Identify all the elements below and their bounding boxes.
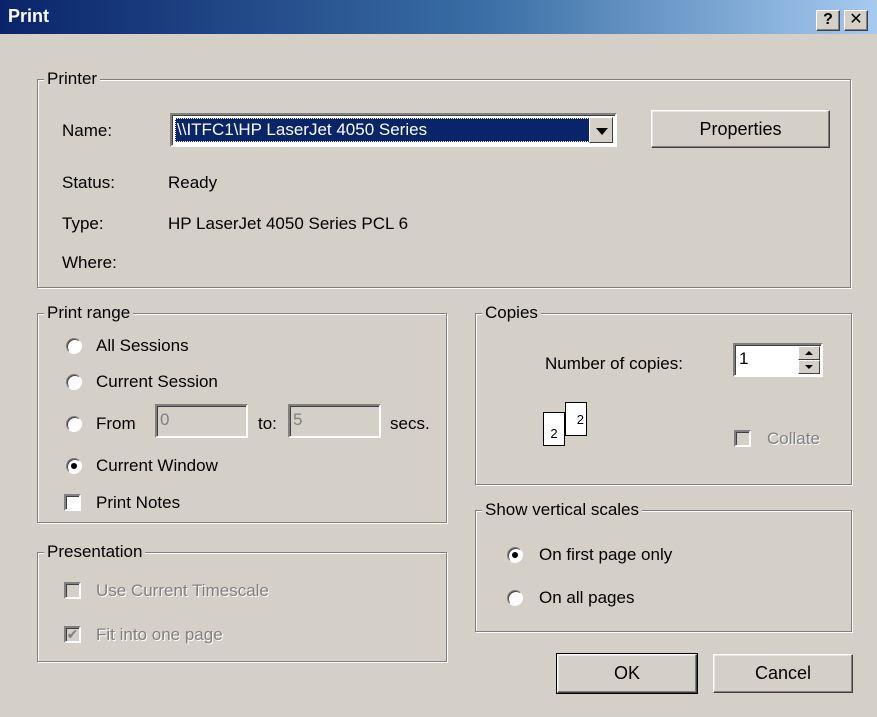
print-notes-checkbox[interactable] <box>64 494 81 511</box>
current-session-label[interactable]: Current Session <box>96 371 218 393</box>
radio-first-page-only[interactable] <box>507 547 523 563</box>
print-range-legend: Print range <box>44 302 134 324</box>
printer-name-select[interactable]: \\ITFC1\HP LaserJet 4050 Series <box>170 113 617 147</box>
status-value: Ready <box>168 173 218 192</box>
current-window-label[interactable]: Current Window <box>96 455 218 477</box>
use-timescale-label: Use Current Timescale <box>96 581 269 600</box>
to-label: to: <box>258 414 277 433</box>
to-input[interactable]: 5 <box>288 404 381 438</box>
print-dialog: Print ? ✕ Printer Name: \\ITFC1\HP Laser… <box>0 0 877 717</box>
copies-group: Copies <box>475 302 852 485</box>
all-sessions-label[interactable]: All Sessions <box>96 335 189 357</box>
all-pages-label[interactable]: On all pages <box>539 587 634 609</box>
radio-from[interactable] <box>66 416 82 432</box>
printer-legend: Printer <box>44 68 101 90</box>
title-bar[interactable]: Print ? ✕ <box>0 0 877 34</box>
number-of-copies-label: Number of copies: <box>545 354 683 373</box>
radio-all-pages[interactable] <box>507 590 523 606</box>
type-label: Type: <box>62 214 104 233</box>
copies-stepper[interactable]: 1 <box>733 343 823 377</box>
from-label[interactable]: From <box>96 413 136 435</box>
spin-up-button[interactable] <box>798 346 820 360</box>
radio-current-window[interactable] <box>66 458 82 474</box>
type-value: HP LaserJet 4050 Series PCL 6 <box>168 214 409 233</box>
fit-page-checkbox: ✔ <box>64 626 81 643</box>
help-button[interactable]: ? <box>816 10 840 31</box>
window-title: Print <box>8 6 50 26</box>
page-icon-back: 2 <box>565 402 587 436</box>
copies-value: 1 <box>739 349 749 368</box>
collate-label: Collate <box>767 429 820 448</box>
presentation-legend: Presentation <box>44 541 146 563</box>
properties-button[interactable]: Properties <box>651 110 830 148</box>
from-input[interactable]: 0 <box>155 404 248 438</box>
status-label: Status: <box>62 173 115 192</box>
dropdown-arrow-button[interactable] <box>589 117 613 143</box>
printer-name-label: Name: <box>62 121 113 140</box>
fit-page-label: Fit into one page <box>96 625 223 644</box>
arrow-up-icon <box>805 351 813 355</box>
checkmark-icon: ✔ <box>66 626 79 642</box>
printer-name-value: \\ITFC1\HP LaserJet 4050 Series <box>175 118 590 142</box>
vertical-scales-group: Show vertical scales <box>475 499 852 632</box>
use-timescale-checkbox <box>64 582 81 599</box>
radio-all-sessions[interactable] <box>66 338 82 354</box>
chevron-down-icon <box>596 128 608 135</box>
print-notes-label[interactable]: Print Notes <box>96 492 180 514</box>
close-button[interactable]: ✕ <box>844 10 868 31</box>
collate-checkbox <box>734 430 751 447</box>
arrow-down-icon <box>805 365 813 369</box>
radio-current-session[interactable] <box>66 374 82 390</box>
ok-button[interactable]: OK <box>556 653 698 694</box>
vertical-scales-legend: Show vertical scales <box>482 499 643 521</box>
cancel-button[interactable]: Cancel <box>713 654 853 693</box>
where-label: Where: <box>62 253 117 272</box>
spin-down-button[interactable] <box>798 360 820 374</box>
page-icon-front: 2 <box>543 412 565 446</box>
first-page-only-label[interactable]: On first page only <box>539 544 672 566</box>
secs-label: secs. <box>390 414 430 433</box>
copies-legend: Copies <box>482 302 541 324</box>
